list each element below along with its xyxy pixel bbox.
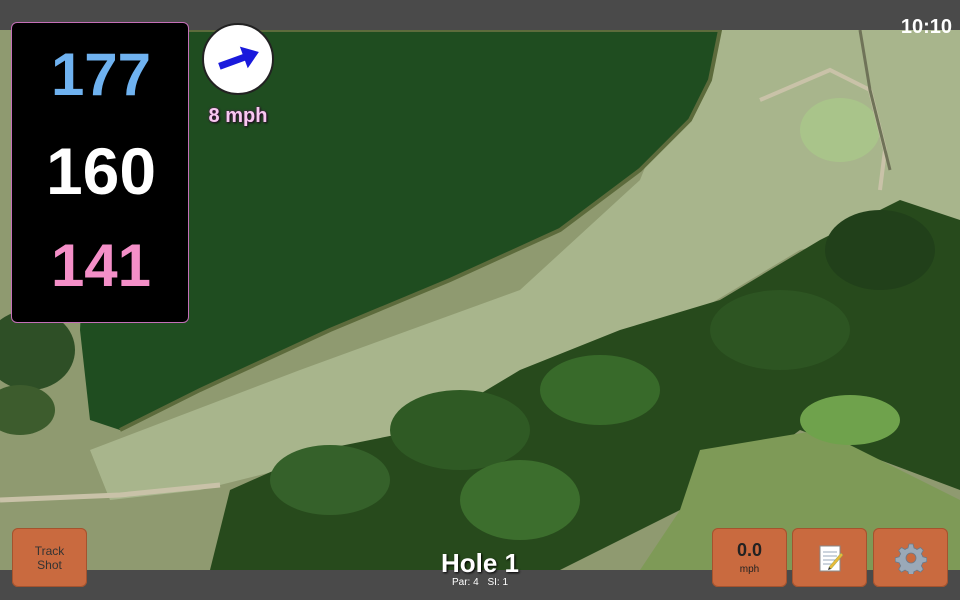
speed-unit: mph (739, 564, 760, 575)
track-shot-label-2: Shot (37, 557, 62, 572)
track-shot-label-1: Track (34, 543, 65, 558)
speed-value: 0.0 (736, 540, 763, 560)
track-shot-button[interactable]: Track Shot (12, 528, 87, 587)
back-yardage: 177 (50, 41, 152, 108)
front-yardage: 141 (50, 232, 152, 299)
gear-icon (894, 543, 927, 574)
middle-yardage: 160 (45, 134, 157, 208)
hole-stroke-index: SI: 1 (487, 577, 509, 588)
notes-button[interactable] (792, 528, 867, 587)
hole-par: Par: 4 (451, 577, 479, 588)
settings-button[interactable] (873, 528, 948, 587)
hole-info: Par: 4 SI: 1 (380, 577, 580, 589)
hole-title: Hole 1 (440, 548, 520, 578)
clock: 10:10 (900, 16, 952, 38)
wind-indicator[interactable] (202, 23, 274, 95)
notepad-icon (819, 545, 843, 571)
arrow-icon (218, 46, 259, 70)
speed-button[interactable]: 0.0 mph (712, 528, 787, 587)
yardage-panel: 177 160 141 (11, 22, 189, 323)
wind-speed: 8 mph (208, 105, 268, 127)
